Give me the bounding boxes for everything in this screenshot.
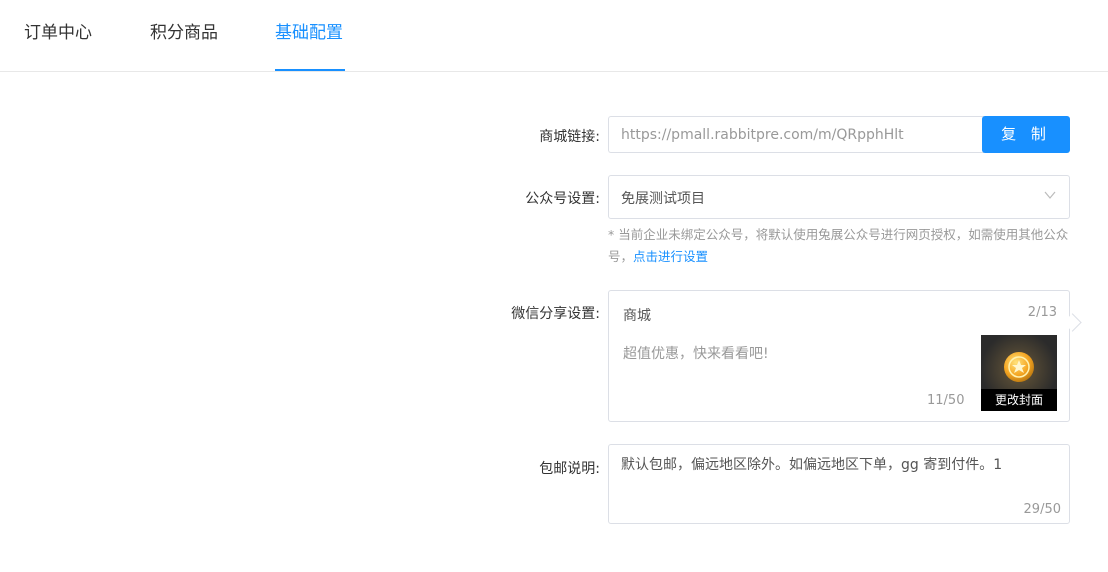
official-account-selected: 免展测试项目 <box>621 191 705 207</box>
change-cover-button[interactable]: 更改封面 <box>981 389 1057 411</box>
wechat-share-card: 商城 2/13 超值优惠，快来看看吧! 11/50 更改封面 <box>608 290 1070 422</box>
cover-image[interactable]: 更改封面 <box>981 335 1057 411</box>
official-account-hint: * 当前企业未绑定公众号，将默认使用兔展公众号进行网页授权，如需使用其他公众号，… <box>608 224 1078 268</box>
chevron-down-icon <box>1044 191 1056 199</box>
tab-basic-config[interactable]: 基础配置 <box>275 20 343 46</box>
share-title-count: 2/13 <box>1027 305 1057 320</box>
official-account-label: 公众号设置: <box>525 191 600 207</box>
shipping-textarea[interactable]: 默认包邮，偏远地区除外。如偏远地区下单，gg 寄到付件。1 <box>609 445 1069 501</box>
shipping-field[interactable]: 默认包邮，偏远地区除外。如偏远地区下单，gg 寄到付件。1 29/50 <box>608 444 1070 524</box>
tab-points-products[interactable]: 积分商品 <box>150 20 218 46</box>
share-description-input[interactable]: 超值优惠，快来看看吧! <box>623 343 769 363</box>
share-description-count: 11/50 <box>927 393 965 408</box>
mall-link-label: 商城链接: <box>539 129 600 145</box>
wechat-share-label: 微信分享设置: <box>511 306 600 322</box>
active-tab-indicator <box>275 69 345 71</box>
mall-link-input[interactable] <box>609 117 984 152</box>
top-tabs: 订单中心 积分商品 基础配置 <box>0 0 1108 72</box>
official-account-select[interactable]: 免展测试项目 <box>608 175 1070 219</box>
tab-order-center[interactable]: 订单中心 <box>24 20 92 46</box>
shipping-label: 包邮说明: <box>539 461 600 477</box>
copy-button[interactable]: 复 制 <box>982 116 1070 153</box>
shipping-count: 29/50 <box>1023 502 1061 517</box>
share-title-input[interactable]: 商城 <box>623 305 651 325</box>
mall-link-field[interactable] <box>608 116 984 153</box>
setup-link[interactable]: 点击进行设置 <box>633 249 708 264</box>
